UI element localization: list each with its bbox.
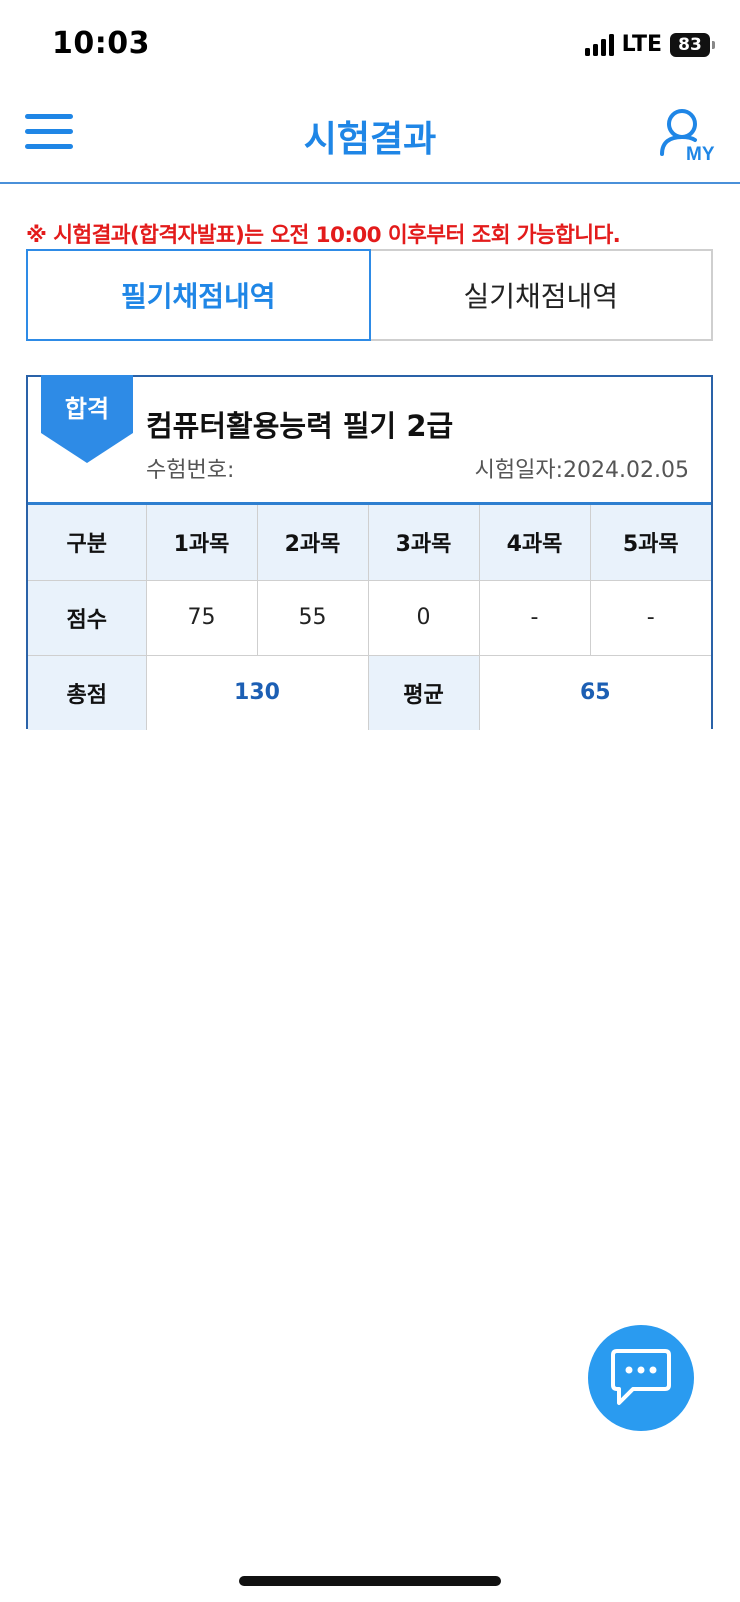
result-notice: ※ 시험결과(합격자발표)는 오전 10:00 이후부터 조회 가능합니다.: [26, 218, 621, 249]
notice-text-before: 시험결과(합격자발표)는 오전: [53, 223, 316, 248]
column-header: 3과목: [367, 505, 480, 581]
column-header: 1과목: [145, 505, 258, 581]
column-header: 4과목: [478, 505, 591, 581]
notice-time: 10:00: [315, 223, 382, 248]
exam-number-label: 수험번호:: [146, 458, 235, 483]
exam-result-header: 합격 컴퓨터활용능력 필기 2급 수험번호: 시험일자:2024.02.05: [28, 375, 711, 505]
battery-icon: 83: [670, 32, 715, 57]
table-header-row: 구분 1과목 2과목 3과목 4과목 5과목: [28, 505, 711, 581]
column-header: 5과목: [589, 505, 711, 581]
exam-date-label: 시험일자:: [474, 458, 564, 483]
exam-date: 시험일자:2024.02.05: [475, 452, 689, 484]
exam-result-card: 합격 컴퓨터활용능력 필기 2급 수험번호: 시험일자:2024.02.05 구…: [26, 375, 713, 730]
my-page-button[interactable]: MY: [658, 104, 718, 166]
notice-mark: ※: [26, 223, 47, 248]
battery-level: 83: [678, 34, 702, 55]
subject-score: 55: [256, 579, 369, 656]
signal-strength-icon: [584, 33, 614, 56]
chat-button[interactable]: [588, 1325, 694, 1431]
my-label: MY: [686, 144, 715, 165]
subject-score: -: [478, 579, 591, 656]
user-icon: MY: [660, 109, 715, 165]
chat-bubble-icon: [611, 1349, 671, 1405]
status-time: 10:03: [52, 26, 150, 61]
tab-written-scoring[interactable]: 필기채점내역: [26, 249, 371, 341]
subject-score: 0: [367, 579, 480, 656]
notice-text-after: 이후부터 조회 가능합니다.: [381, 223, 621, 248]
summary-row: 총점 130 평균 65: [28, 654, 711, 730]
result-tabs: 필기채점내역 실기채점내역: [26, 249, 713, 341]
pass-badge-label: 합격: [64, 395, 110, 423]
page-title: 시험결과: [303, 119, 437, 160]
average-label: 평균: [367, 654, 480, 730]
total-label: 총점: [28, 654, 147, 730]
column-header: 2과목: [256, 505, 369, 581]
score-label: 점수: [28, 579, 147, 656]
status-bar: 10:03 LTE 83: [0, 0, 740, 90]
exam-name: 컴퓨터활용능력 필기 2급: [146, 409, 454, 443]
exam-date-value: 2024.02.05: [563, 458, 689, 483]
tab-practical-scoring[interactable]: 실기채점내역: [370, 249, 713, 341]
status-indicators: LTE 83: [584, 32, 715, 57]
score-row: 점수 75 55 0 - -: [28, 579, 711, 656]
total-score: 130: [145, 654, 369, 730]
pass-badge: 합격: [41, 375, 133, 465]
subject-score: 75: [145, 579, 258, 656]
subject-score: -: [589, 579, 711, 656]
home-indicator[interactable]: [239, 1576, 501, 1586]
average-score: 65: [478, 654, 711, 730]
score-table: 구분 1과목 2과목 3과목 4과목 5과목 점수 75 55 0 - - 총점…: [28, 505, 711, 730]
app-header: 시험결과 MY: [0, 90, 740, 184]
network-type: LTE: [621, 32, 662, 57]
column-header: 구분: [28, 505, 147, 581]
